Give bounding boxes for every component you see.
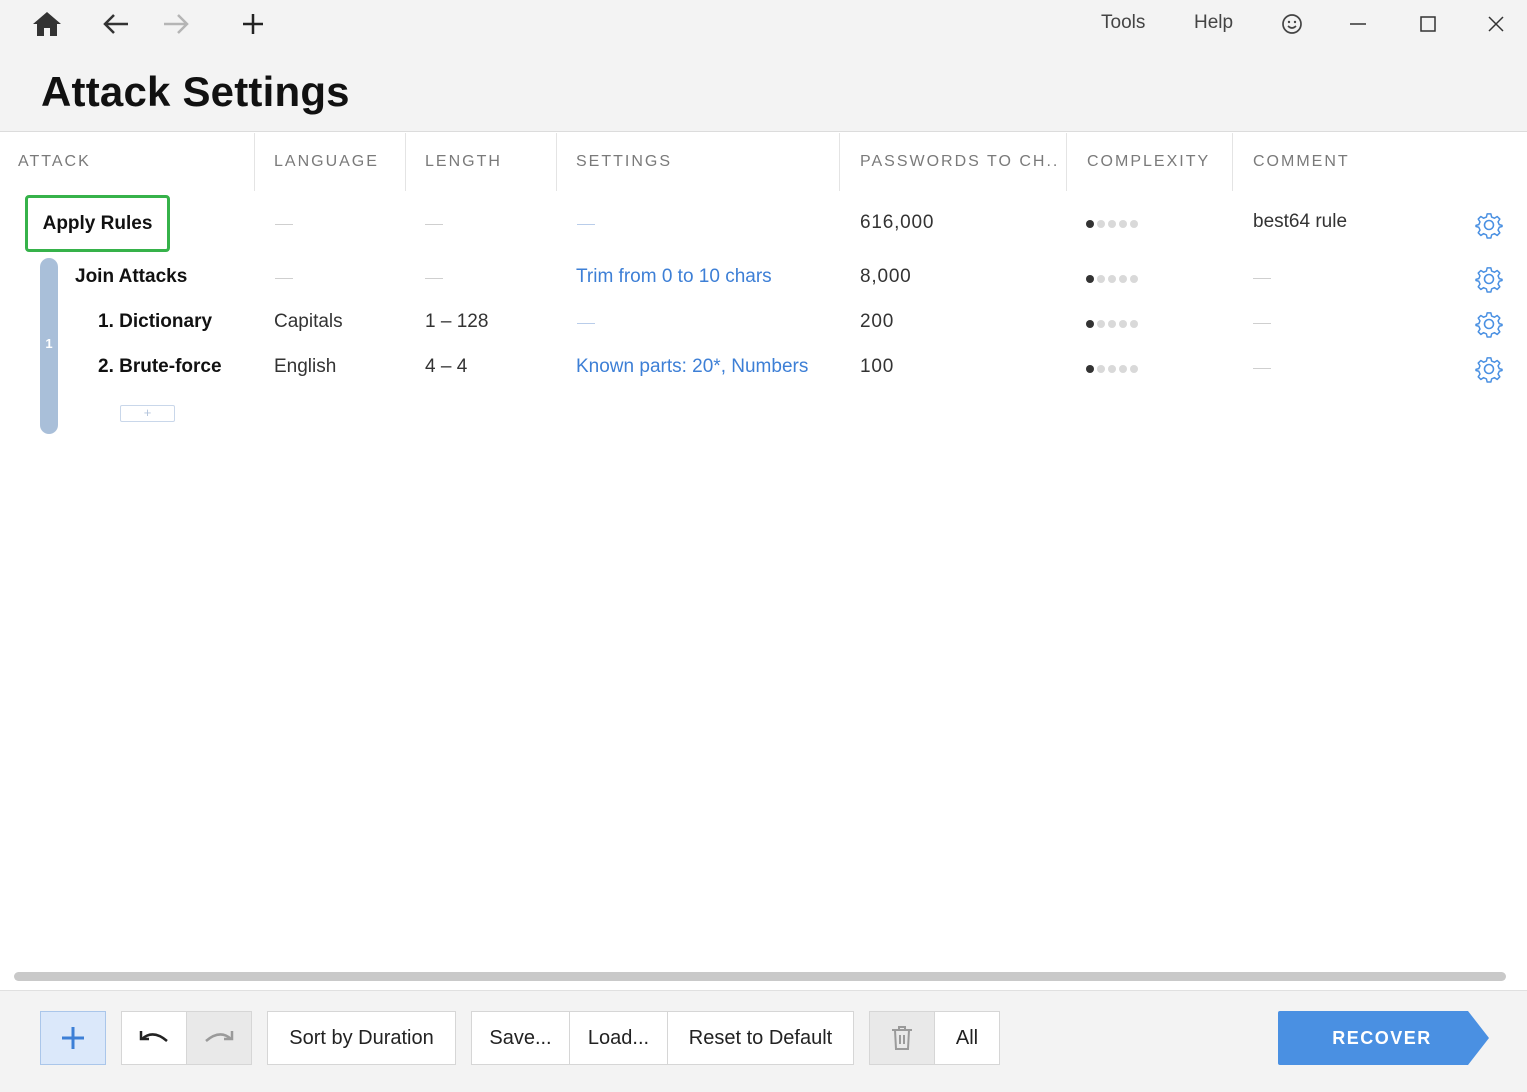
comment-text[interactable]: best64 rule: [1253, 211, 1347, 233]
trash-icon: [892, 1026, 912, 1050]
gear-icon[interactable]: [1475, 355, 1503, 383]
group-number: 1: [45, 336, 53, 351]
undo-icon: [139, 1031, 168, 1042]
complexity-indicator: [1086, 365, 1138, 373]
title-bar: Tools Help Attack Settings: [0, 0, 1527, 132]
settings-link[interactable]: Trim from 0 to 10 chars: [576, 266, 772, 288]
redo-button[interactable]: [186, 1011, 252, 1065]
gear-icon[interactable]: [1475, 310, 1503, 338]
column-divider[interactable]: [1232, 133, 1233, 191]
length-value[interactable]: 4 – 4: [425, 356, 467, 378]
empty-settings[interactable]: [577, 323, 595, 324]
add-attack-to-group-button[interactable]: +: [120, 405, 175, 422]
gear-icon[interactable]: [1475, 265, 1503, 293]
complexity-indicator: [1086, 275, 1138, 283]
home-icon[interactable]: [27, 6, 67, 42]
recover-button[interactable]: RECOVER: [1278, 1011, 1490, 1065]
minimize-icon[interactable]: [1338, 6, 1378, 42]
new-tab-icon[interactable]: [233, 6, 273, 42]
language-value[interactable]: English: [274, 356, 336, 378]
column-divider[interactable]: [1066, 133, 1067, 191]
column-header-language[interactable]: LANGUAGE: [274, 133, 379, 191]
column-header-comment[interactable]: COMMENT: [1253, 133, 1350, 191]
complexity-indicator: [1086, 320, 1138, 328]
close-icon[interactable]: [1476, 6, 1516, 42]
passwords-count: 8,000: [860, 266, 912, 287]
empty-language: [275, 278, 293, 279]
empty-length: [425, 224, 443, 225]
forward-arrow-icon[interactable]: [156, 6, 196, 42]
recover-label: RECOVER: [1332, 1027, 1432, 1048]
save-button[interactable]: Save...: [471, 1011, 570, 1065]
attack-join-attacks[interactable]: Join Attacks: [75, 266, 187, 288]
column-divider[interactable]: [405, 133, 406, 191]
column-header-passwords[interactable]: PASSWORDS TO CH...: [860, 133, 1060, 191]
empty-comment[interactable]: [1253, 278, 1271, 279]
column-header-length[interactable]: LENGTH: [425, 133, 502, 191]
empty-language: [275, 224, 293, 225]
column-divider[interactable]: [839, 133, 840, 191]
back-arrow-icon[interactable]: [96, 6, 136, 42]
column-header-complexity[interactable]: COMPLEXITY: [1087, 133, 1210, 191]
add-attack-button[interactable]: [40, 1011, 106, 1065]
empty-length: [425, 278, 443, 279]
menu-help[interactable]: Help: [1194, 12, 1233, 34]
complexity-indicator: [1086, 220, 1138, 228]
column-header-attack[interactable]: ATTACK: [18, 133, 91, 191]
empty-comment[interactable]: [1253, 368, 1271, 369]
page-title: Attack Settings: [41, 68, 350, 115]
attack-brute-force[interactable]: 2. Brute-force: [98, 356, 222, 378]
column-header-settings[interactable]: SETTINGS: [576, 133, 672, 191]
feedback-smiley-icon[interactable]: [1272, 6, 1312, 42]
reset-to-default-button[interactable]: Reset to Default: [667, 1011, 854, 1065]
attack-dictionary[interactable]: 1. Dictionary: [98, 311, 212, 333]
delete-all-button[interactable]: All: [934, 1011, 1000, 1065]
column-divider[interactable]: [254, 133, 255, 191]
maximize-icon[interactable]: [1408, 6, 1448, 42]
horizontal-scrollbar[interactable]: [14, 972, 1506, 981]
passwords-count: 616,000: [860, 212, 935, 233]
load-button[interactable]: Load...: [569, 1011, 668, 1065]
column-divider[interactable]: [556, 133, 557, 191]
language-value[interactable]: Capitals: [274, 311, 343, 333]
plus-icon: [62, 1027, 84, 1049]
menu-tools[interactable]: Tools: [1101, 12, 1145, 34]
passwords-count: 100: [860, 356, 895, 377]
undo-button[interactable]: [121, 1011, 187, 1065]
settings-link[interactable]: Known parts: 20*, Numbers: [576, 356, 808, 378]
delete-button[interactable]: [869, 1011, 935, 1065]
gear-icon[interactable]: [1475, 211, 1503, 239]
empty-comment[interactable]: [1253, 323, 1271, 324]
passwords-count: 200: [860, 311, 895, 332]
sort-by-duration-button[interactable]: Sort by Duration: [267, 1011, 456, 1065]
redo-icon: [205, 1031, 234, 1042]
empty-settings[interactable]: [577, 224, 595, 225]
length-value[interactable]: 1 – 128: [425, 311, 488, 333]
attack-apply-rules[interactable]: Apply Rules: [25, 195, 170, 252]
